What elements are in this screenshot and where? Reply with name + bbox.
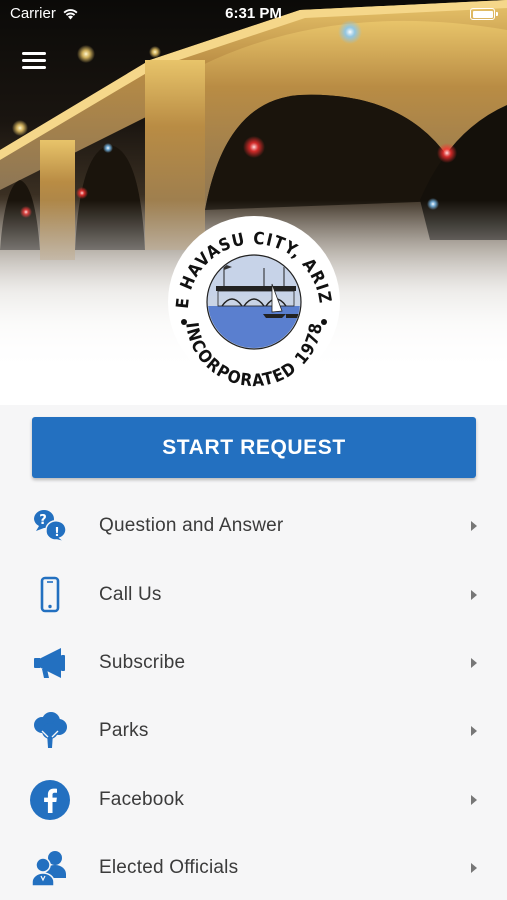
- chevron-right-icon: [471, 657, 477, 668]
- menu-item-label: Subscribe: [99, 651, 186, 673]
- menu-item-facebook[interactable]: Facebook: [0, 766, 507, 834]
- officials-icon: [28, 846, 72, 890]
- menu-item-label: Question and Answer: [99, 515, 284, 537]
- menu-item-label: Elected Officials: [99, 857, 239, 879]
- menu-item-parks[interactable]: Parks: [0, 697, 507, 765]
- chevron-right-icon: [471, 794, 477, 805]
- chevron-right-icon: [471, 589, 477, 600]
- menu-item-subscribe[interactable]: Subscribe: [0, 629, 507, 697]
- svg-text:!: !: [54, 525, 59, 539]
- svg-text:?: ?: [39, 513, 47, 528]
- menu-item-label: Facebook: [99, 788, 185, 810]
- status-bar: Carrier 6:31 PM: [0, 0, 507, 28]
- megaphone-icon: [28, 641, 72, 685]
- hamburger-menu-icon[interactable]: [22, 50, 48, 70]
- city-seal-logo: LAKE HAVASU CITY, ARIZONA INCORPORATED 1…: [166, 214, 340, 390]
- menu-list: ? ! Question and Answer Call Us Subscrib…: [0, 492, 507, 900]
- phone-icon: [28, 573, 72, 617]
- status-time: 6:31 PM: [225, 5, 282, 22]
- battery-icon: [470, 8, 498, 20]
- start-request-button[interactable]: START REQUEST: [32, 417, 476, 478]
- menu-item-question-and-answer[interactable]: ? ! Question and Answer: [0, 492, 507, 560]
- menu-item-call-us[interactable]: Call Us: [0, 560, 507, 628]
- chevron-right-icon: [471, 521, 477, 532]
- chevron-right-icon: [471, 863, 477, 874]
- tree-icon: [28, 709, 72, 753]
- menu-item-elected-officials[interactable]: Elected Officials: [0, 834, 507, 900]
- menu-item-label: Parks: [99, 720, 149, 742]
- menu-item-label: Call Us: [99, 583, 162, 605]
- question-answer-icon: ? !: [28, 504, 72, 548]
- facebook-icon: [28, 778, 72, 822]
- chevron-right-icon: [471, 726, 477, 737]
